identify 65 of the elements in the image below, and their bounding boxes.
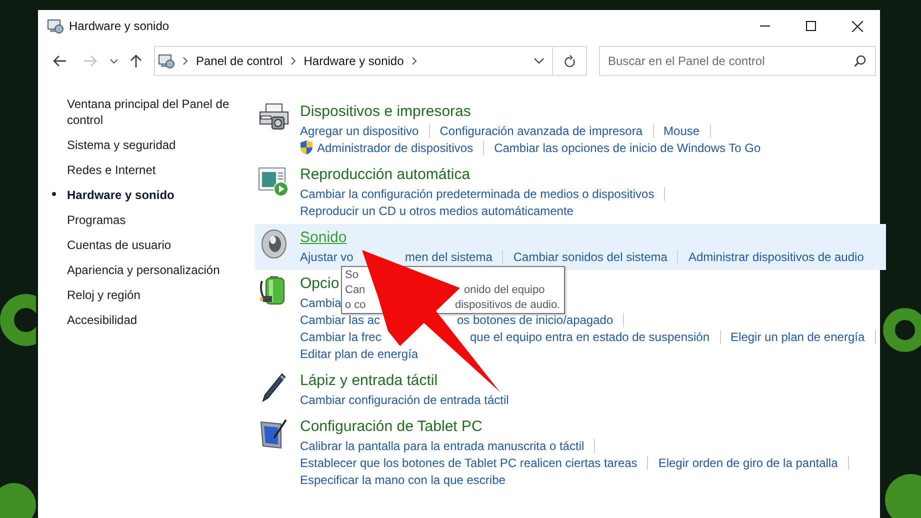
left-arrow-icon [53, 55, 67, 67]
link[interactable]: Administrador de dispositivos [317, 140, 484, 154]
up-arrow-icon [130, 54, 142, 68]
chevron-icon [290, 57, 296, 65]
minimize-icon [760, 25, 770, 27]
caret-icon [110, 58, 118, 64]
search-icon [854, 55, 866, 67]
link[interactable]: Cambiar las opciones de inicio de Windows To Go [494, 140, 761, 154]
sidebar-link[interactable]: Apariencia y personalización [67, 262, 232, 278]
refresh-icon [564, 54, 576, 68]
link[interactable]: Establecer que los botones de Tablet PC realicen ciertas tareas [300, 456, 648, 470]
link[interactable]: Cambiar sonidos del sistema [513, 250, 678, 264]
sidebar-link[interactable]: Redes e Internet [67, 162, 232, 178]
chevron-icon [412, 57, 417, 65]
link[interactable]: Mouse [664, 124, 711, 138]
dropdown-icon[interactable] [534, 58, 544, 64]
control-panel-icon [47, 18, 64, 34]
wallpaper-ring [0, 294, 36, 346]
link[interactable]: Cambiar configuración de entrada táctil [300, 392, 509, 406]
chevron-icon [183, 57, 188, 65]
tooltip-text: So [345, 268, 358, 283]
search-field[interactable]: Buscar en el Panel de control [599, 46, 876, 76]
link[interactable]: Agregar un dispositivo [300, 124, 430, 138]
refresh-button[interactable] [553, 46, 587, 76]
link[interactable]: Elegir orden de giro de la pantalla [658, 456, 849, 470]
category-title[interactable]: Dispositivos e impresoras [300, 102, 471, 122]
link[interactable]: Especificar la mano con la que escribe [300, 472, 506, 486]
link[interactable]: Cambia [300, 296, 342, 310]
tooltip-text: Can onido del equipo [345, 283, 545, 298]
window-title: Hardware y sonido [69, 19, 170, 33]
address-bar[interactable]: Panel de control Hardware y sonido [154, 46, 553, 76]
pen-icon [260, 372, 288, 404]
autoplay-icon [258, 166, 290, 196]
link[interactable]: Editar plan de energía [300, 346, 418, 360]
printer-icon [258, 103, 290, 131]
category-title[interactable]: Configuración de Tablet PC [300, 417, 482, 437]
speaker-icon [260, 229, 288, 259]
sidebar-link[interactable]: Reloj y región [67, 287, 232, 303]
sidebar-link[interactable]: Hardware y sonido [67, 187, 232, 203]
tooltip-text: o co dispositivos de audio. [345, 298, 560, 313]
breadcrumb[interactable]: Panel de control [196, 54, 283, 68]
right-arrow-icon [83, 55, 97, 67]
wallpaper-ring [883, 308, 921, 352]
wallpaper-blob [0, 483, 36, 518]
breadcrumb[interactable]: Hardware y sonido [304, 54, 404, 68]
category-title[interactable]: Reproducción automática [300, 165, 470, 185]
sidebar-link[interactable]: Sistema y seguridad [67, 137, 232, 153]
sidebar-link[interactable]: Programas [67, 212, 232, 228]
close-icon [852, 20, 862, 32]
control-panel-icon [158, 54, 175, 68]
category-title[interactable]: Opcio [300, 274, 340, 294]
wallpaper-blob [884, 474, 921, 518]
tablet-icon [259, 418, 289, 450]
category-title[interactable]: Lápiz y entrada táctil [300, 371, 438, 391]
sidebar-link[interactable]: Ventana principal del Panel de control [67, 96, 232, 128]
sidebar-link[interactable]: Accesibilidad [67, 312, 232, 328]
link[interactable]: Elegir un plan de energía [730, 330, 876, 344]
link[interactable]: Calibrar la pantalla para la entrada manuscrita o táctil [300, 438, 596, 452]
maximize-icon [806, 21, 816, 31]
shield-icon [300, 140, 313, 155]
link[interactable]: Cambiar la configuración predeterminada de medios o dispositivos [300, 186, 666, 200]
sidebar-link[interactable]: Cuentas de usuario [67, 237, 232, 253]
link[interactable]: Configuración avanzada de impresora [440, 124, 654, 138]
link[interactable]: Administrar dispositivos de audio [688, 250, 864, 264]
link[interactable]: Reproducir un CD u otros medios automáticamente [300, 204, 574, 218]
